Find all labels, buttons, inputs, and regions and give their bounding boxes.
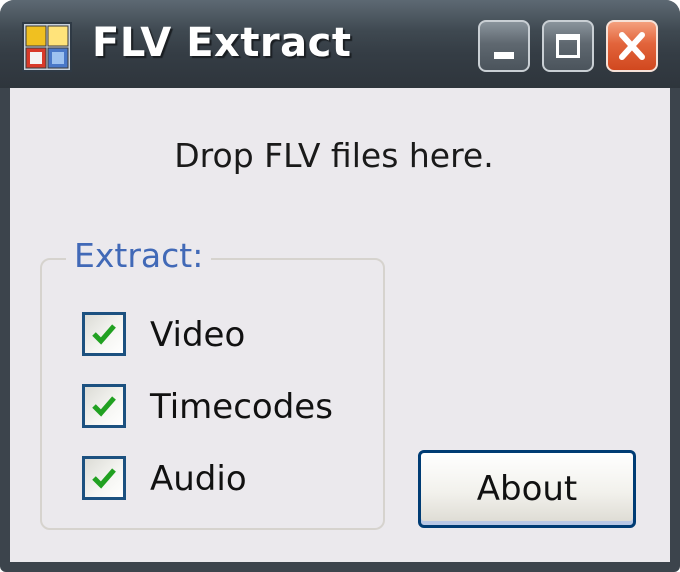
audio-checkbox-label[interactable]: Audio xyxy=(150,454,247,504)
title-bar[interactable]: FLV Extract xyxy=(0,0,680,88)
extract-groupbox: Extract: Video Timecodes Audio xyxy=(40,236,385,530)
window-title: FLV Extract xyxy=(92,20,352,66)
maximize-icon xyxy=(556,34,580,58)
video-checkbox[interactable] xyxy=(82,312,126,356)
minimize-icon xyxy=(494,52,514,59)
maximize-button[interactable] xyxy=(542,20,594,72)
close-button[interactable] xyxy=(606,20,658,72)
close-icon xyxy=(619,32,645,60)
timecodes-checkbox[interactable] xyxy=(82,384,126,428)
client-area: Drop FLV files here. Extract: Video Time… xyxy=(10,88,670,562)
checkmark-icon xyxy=(92,324,116,345)
video-checkbox-label[interactable]: Video xyxy=(150,310,245,360)
extract-group-legend: Extract: xyxy=(66,236,212,275)
app-window: FLV Extract Drop FLV files here. Extract… xyxy=(0,0,680,572)
minimize-button[interactable] xyxy=(478,20,530,72)
timecodes-checkbox-label[interactable]: Timecodes xyxy=(150,382,333,432)
checkmark-icon xyxy=(92,468,116,489)
checkmark-icon xyxy=(92,396,116,417)
about-button[interactable]: About xyxy=(418,450,636,528)
audio-checkbox[interactable] xyxy=(82,456,126,500)
drop-hint: Drop FLV files here. xyxy=(174,136,494,175)
app-grid-icon xyxy=(22,22,72,72)
